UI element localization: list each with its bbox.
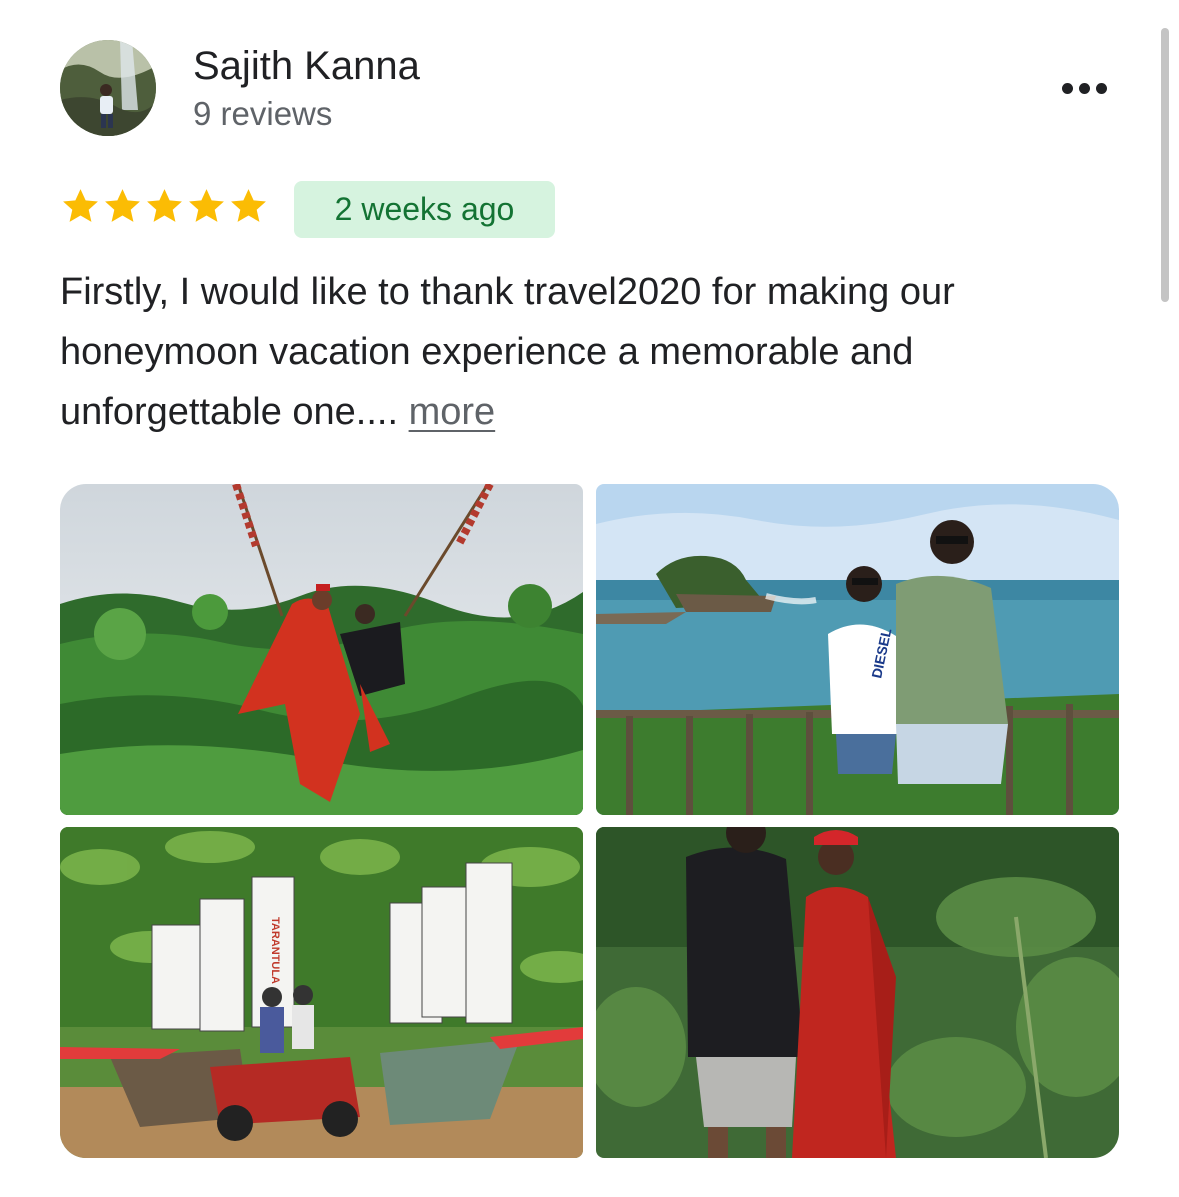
swing-photo-image bbox=[60, 484, 583, 815]
review-body: Firstly, I would like to thank travel202… bbox=[60, 271, 955, 433]
reviewer-review-count[interactable]: 9 reviews bbox=[193, 94, 332, 134]
more-horizontal-icon-dot bbox=[1078, 82, 1090, 94]
review-photo-atv[interactable]: TARANTULA bbox=[60, 827, 583, 1158]
more-horizontal-icon bbox=[1061, 82, 1073, 94]
more-options-button[interactable] bbox=[1052, 70, 1116, 106]
review-photo-couple[interactable] bbox=[596, 827, 1119, 1158]
star-icon bbox=[231, 189, 266, 222]
star-rating bbox=[60, 186, 269, 227]
review-photo-swing[interactable] bbox=[60, 484, 583, 815]
star-icon bbox=[189, 189, 224, 222]
review-photo-coast[interactable]: DIESEL bbox=[596, 484, 1119, 815]
star-icon bbox=[63, 189, 98, 222]
reviewer-avatar[interactable] bbox=[60, 40, 156, 136]
star-icon bbox=[105, 189, 140, 222]
star-icon bbox=[147, 189, 182, 222]
more-link[interactable]: more bbox=[409, 391, 496, 433]
review-text: Firstly, I would like to thank travel202… bbox=[60, 262, 1120, 442]
review-time-badge: 2 weeks ago bbox=[294, 181, 555, 238]
reviewer-name[interactable]: Sajith Kanna bbox=[193, 42, 420, 90]
couple-photo-image bbox=[596, 827, 1119, 1158]
more-horizontal-icon-dot bbox=[1095, 82, 1107, 94]
avatar-photo bbox=[60, 40, 156, 136]
atv-sign-text: TARANTULA bbox=[269, 917, 281, 984]
coast-photo-image: DIESEL bbox=[596, 484, 1119, 815]
atv-photo-image: TARANTULA bbox=[60, 827, 583, 1158]
scrollbar[interactable] bbox=[1161, 28, 1169, 302]
